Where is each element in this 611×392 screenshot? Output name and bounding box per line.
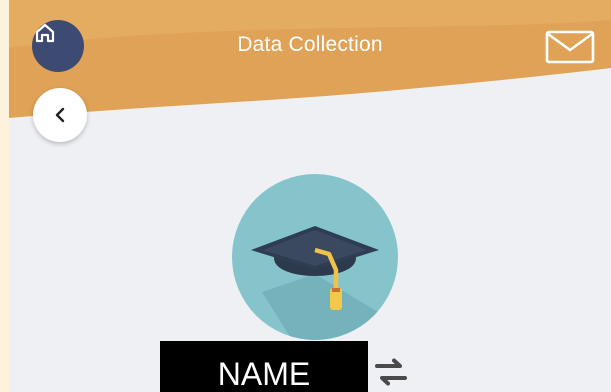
swap-arrows-icon[interactable]	[374, 357, 408, 387]
mail-button[interactable]	[545, 30, 595, 64]
page-title: Data Collection	[237, 33, 383, 56]
back-button[interactable]	[33, 88, 87, 142]
name-field[interactable]: NAME	[160, 341, 368, 392]
profile-avatar	[232, 174, 398, 340]
header-wave-background	[9, 0, 611, 118]
graduation-cap-icon	[251, 226, 398, 340]
chevron-left-icon	[55, 107, 65, 123]
header-banner: Data Collection	[9, 0, 611, 130]
mail-icon	[545, 30, 595, 64]
app-screen: Data Collection NAME	[9, 0, 611, 392]
